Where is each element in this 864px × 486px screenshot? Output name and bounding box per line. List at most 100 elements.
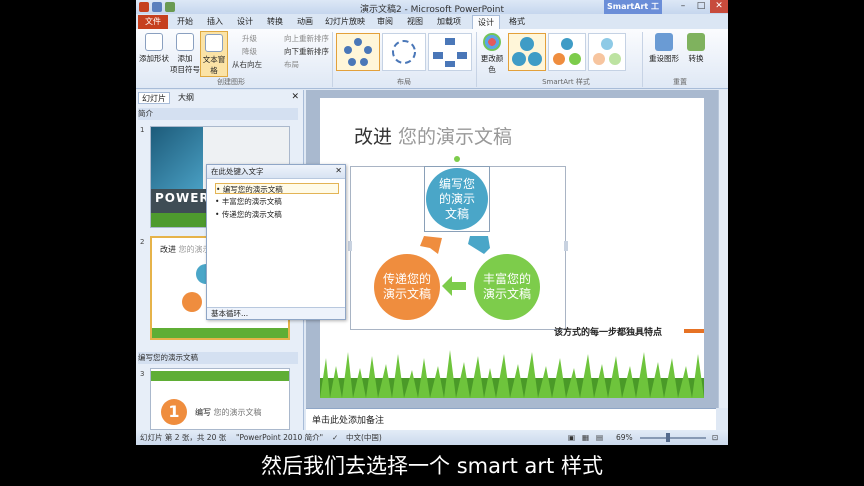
change-colors-icon (483, 33, 501, 51)
add-bullet-icon (176, 33, 194, 51)
tab-addins[interactable]: 加载项 (432, 15, 466, 29)
change-colors-label: 更改颜色 (480, 54, 504, 74)
language-indicator[interactable]: 中文(中国) (346, 430, 382, 445)
text-pane-item-3[interactable]: • 传递您的演示文稿 (215, 209, 339, 220)
slide-caption[interactable]: 该方式的每一步都独具特点 (554, 325, 662, 338)
text-pane-item-1[interactable]: • 编写您的演示文稿 (215, 183, 339, 194)
text-pane-close-icon[interactable]: ✕ (335, 166, 342, 175)
convert-button[interactable]: 转换 (682, 33, 710, 64)
thumb1-art (151, 127, 203, 191)
move-up-button[interactable]: 向上重新排序 (284, 33, 329, 44)
slide-canvas[interactable]: 改进 您的演示文稿 编写您的演示文稿 传递您的演示文稿 丰富您的演示文稿 该方式 (320, 98, 704, 398)
video-subtitle: 然后我们去选择一个 smart art 样式 (261, 454, 603, 478)
section-header-write[interactable]: 编写您的演示文稿 (138, 352, 298, 364)
tab-smartart-design[interactable]: 设计 (472, 15, 500, 29)
ribbon-separator (642, 32, 643, 87)
caption-accent-bar (684, 329, 704, 333)
promote-button[interactable]: 升级 (242, 33, 257, 44)
section-header-intro[interactable]: 简介 (138, 108, 298, 120)
notes-pane[interactable]: 单击此处添加备注 (306, 408, 716, 430)
text-pane-item-2[interactable]: • 丰富您的演示文稿 (215, 196, 339, 207)
slide-caption-text: 该方式的每一步都独具特点 (554, 328, 663, 338)
powerpoint-window: 演示文稿2 - Microsoft PowerPoint SmartArt 工具… (136, 0, 728, 445)
zoom-slider[interactable] (640, 437, 706, 439)
tab-transitions[interactable]: 转换 (262, 15, 288, 29)
text-pane-item-3-label: 传递您的演示文稿 (221, 210, 282, 219)
view-reading-icon[interactable]: ▤ (596, 430, 603, 445)
slide-number-3: 3 (140, 370, 145, 378)
text-pane-button[interactable]: 文本窗格 (200, 31, 228, 77)
notes-placeholder: 单击此处添加备注 (312, 416, 385, 426)
create-graphic-group-label: 创建图形 (217, 78, 245, 86)
cycle-arrows (420, 236, 490, 296)
tab-slideshow[interactable]: 幻灯片放映 (322, 15, 368, 29)
thumb3-text: 编写 您的演示文稿 (195, 407, 262, 418)
tab-slides[interactable]: 幻灯片 (138, 92, 170, 104)
tab-file[interactable]: 文件 (138, 15, 168, 29)
arrow-bottom (442, 276, 466, 296)
move-down-button[interactable]: 向下重新排序 (284, 46, 329, 57)
pane-close-icon[interactable]: ✕ (291, 92, 299, 102)
grass-decoration (320, 350, 704, 398)
slide-number-2: 2 (140, 238, 145, 246)
convert-icon (687, 33, 705, 51)
smartart-tools-label: SmartArt 工具 (604, 0, 662, 25)
tab-view[interactable]: 视图 (402, 15, 428, 29)
style-3-icon (593, 38, 621, 65)
smartart-style-2[interactable] (548, 33, 586, 71)
style-1-icon (512, 37, 542, 66)
change-colors-button[interactable]: 更改颜色 (478, 33, 506, 75)
smartart-style-1[interactable] (508, 33, 546, 71)
layout-text-cycle[interactable] (382, 33, 426, 71)
layout-basic-cycle[interactable] (336, 33, 380, 71)
right-to-left-button[interactable]: 从右向左 (232, 59, 262, 70)
text-pane-footer[interactable]: 基本循环... (207, 307, 345, 319)
demote-button[interactable]: 降级 (242, 46, 257, 57)
ribbon-separator (332, 32, 333, 87)
add-bullet-label-2: 项目符号 (170, 65, 200, 74)
tab-animations[interactable]: 动画 (292, 15, 318, 29)
view-normal-icon[interactable]: ▣ (568, 430, 575, 445)
minimize-button[interactable]: – (674, 0, 692, 13)
fit-to-window-icon[interactable]: ⊡ (712, 430, 718, 445)
reset-graphic-icon (655, 33, 673, 51)
add-bullet-button[interactable]: 添加 项目符号 (170, 33, 200, 75)
smartart-text-pane[interactable]: 在此处键入文字 ✕ • 编写您的演示文稿 • 丰富您的演示文稿 • 传递您的演示… (206, 164, 346, 320)
style-2-icon (553, 38, 581, 65)
smartart-style-3[interactable] (588, 33, 626, 71)
vertical-scrollbar[interactable] (718, 90, 728, 408)
layout-block-cycle[interactable] (428, 33, 472, 71)
close-button[interactable]: ✕ (710, 0, 728, 13)
thumb2-grass (152, 328, 288, 338)
tab-insert[interactable]: 插入 (202, 15, 228, 29)
add-shape-button[interactable]: 添加形状 (138, 33, 170, 64)
layout-button[interactable]: 布局 (284, 59, 299, 70)
slide-number-1: 1 (140, 126, 145, 134)
thumb2-circle-left (182, 292, 202, 312)
thumb3-text-a: 编写 (195, 408, 211, 417)
tab-design[interactable]: 设计 (232, 15, 258, 29)
zoom-level[interactable]: 69% (616, 430, 633, 445)
title-bar: 演示文稿2 - Microsoft PowerPoint SmartArt 工具… (136, 0, 728, 25)
zoom-slider-thumb[interactable] (666, 433, 670, 442)
status-bar: 幻灯片 第 2 张，共 20 张 "PowerPoint 2010 简介" ✓ … (136, 430, 728, 445)
tab-review[interactable]: 审阅 (372, 15, 398, 29)
bullet-icon: • (215, 197, 222, 206)
convert-label: 转换 (688, 54, 704, 63)
thumb3-text-b: 您的演示文稿 (213, 408, 262, 417)
maximize-button[interactable]: □ (692, 0, 710, 13)
reset-graphic-button[interactable]: 重设图形 (648, 33, 680, 64)
text-pane-label: 文本窗格 (202, 55, 226, 75)
tab-home[interactable]: 开始 (172, 15, 198, 29)
view-sorter-icon[interactable]: ▦ (582, 430, 589, 445)
tab-outline[interactable]: 大纲 (172, 92, 200, 104)
ribbon: 添加形状 添加 项目符号 文本窗格 升级 降级 从右向左 向上重新排序 向下重新… (136, 29, 728, 89)
layouts-group-label: 布局 (397, 78, 411, 86)
tab-smartart-format[interactable]: 格式 (504, 15, 530, 29)
ribbon-tabs: 文件 开始 插入 设计 转换 动画 幻灯片放映 审阅 视图 加载项 设计 格式 (136, 14, 728, 29)
spellcheck-icon[interactable]: ✓ (332, 430, 338, 445)
slide-counter: 幻灯片 第 2 张，共 20 张 (140, 433, 227, 442)
slide-thumbnail-3[interactable]: 1 编写 您的演示文稿 (150, 368, 290, 430)
thumb3-grass (151, 371, 289, 381)
text-pane-item-2-label: 丰富您的演示文稿 (221, 197, 282, 206)
